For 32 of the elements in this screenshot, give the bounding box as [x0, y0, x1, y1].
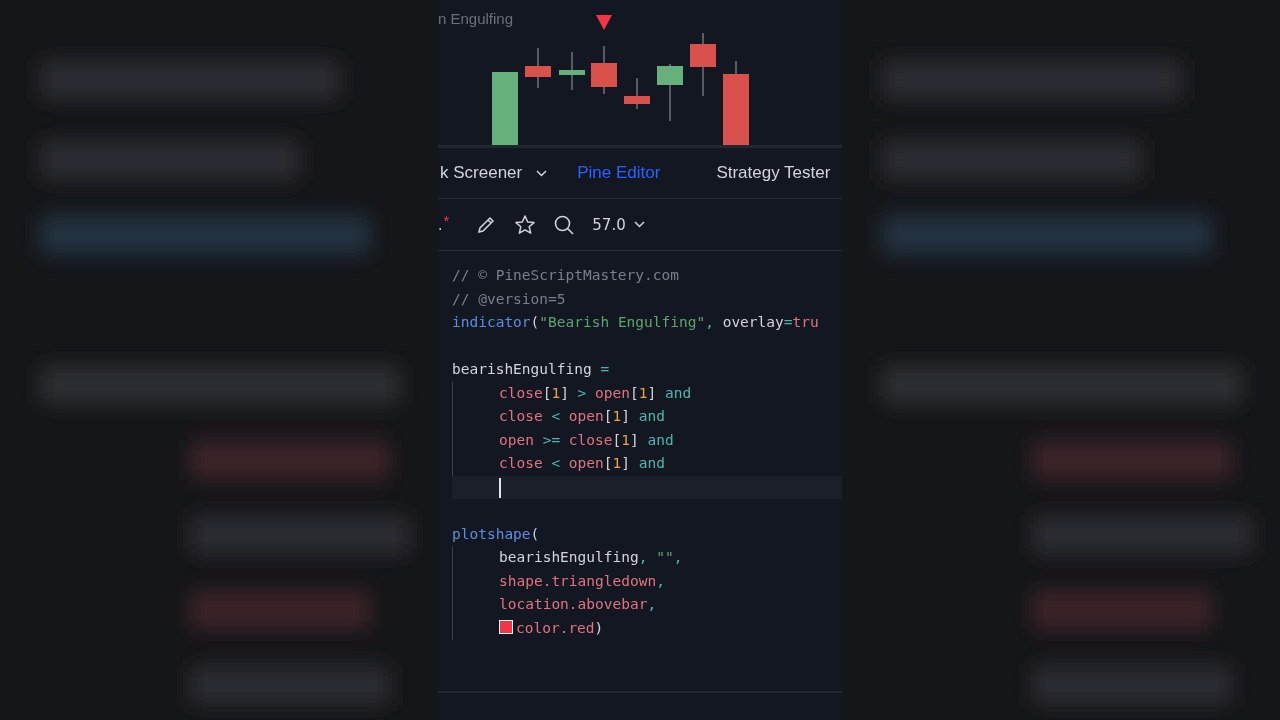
panel-tab[interactable]: k Screener: [440, 163, 548, 183]
code-line: close < open[1] and: [499, 407, 666, 426]
caret-icon: [633, 221, 645, 228]
code-line: indicator("Bearish Engulfing", overlay=tru: [452, 313, 820, 332]
unsaved-mark: *: [443, 212, 450, 229]
code-line: // @version=5: [452, 289, 567, 309]
code-line: bearishEngulfing =: [452, 360, 611, 379]
color-swatch[interactable]: [499, 619, 513, 634]
candle: [525, 47, 551, 89]
code-line: location.abovebar,: [499, 595, 658, 614]
candle: [559, 51, 585, 91]
code-line: // © PineScriptMastery.com: [452, 266, 680, 285]
panel-tab[interactable]: Strategy Tester: [716, 163, 831, 183]
text-cursor: [499, 477, 501, 498]
panel-tab[interactable]: Pine Editor: [577, 163, 661, 183]
version-dropdown[interactable]: 57.0: [592, 215, 645, 234]
code-line: close[1] > open[1] and: [499, 383, 693, 403]
code-line: open >= close[1] and: [499, 430, 675, 450]
candle: [690, 32, 716, 97]
candle: [624, 77, 650, 110]
code-line: close < open[1] and: [499, 454, 666, 473]
search-icon[interactable]: [553, 213, 576, 236]
code-line: shape.triangledown,: [499, 571, 666, 591]
script-name[interactable]: .: [438, 215, 443, 234]
chart-title: n Engulfing: [438, 10, 514, 27]
candle: [657, 63, 683, 122]
candle: [591, 45, 617, 95]
star-icon[interactable]: [514, 213, 537, 236]
code-line: bearishEngulfing, "",: [499, 548, 684, 567]
triangle-marker: [596, 15, 612, 30]
code-line: plotshape(: [452, 524, 541, 544]
code-line: color.red): [499, 616, 842, 640]
